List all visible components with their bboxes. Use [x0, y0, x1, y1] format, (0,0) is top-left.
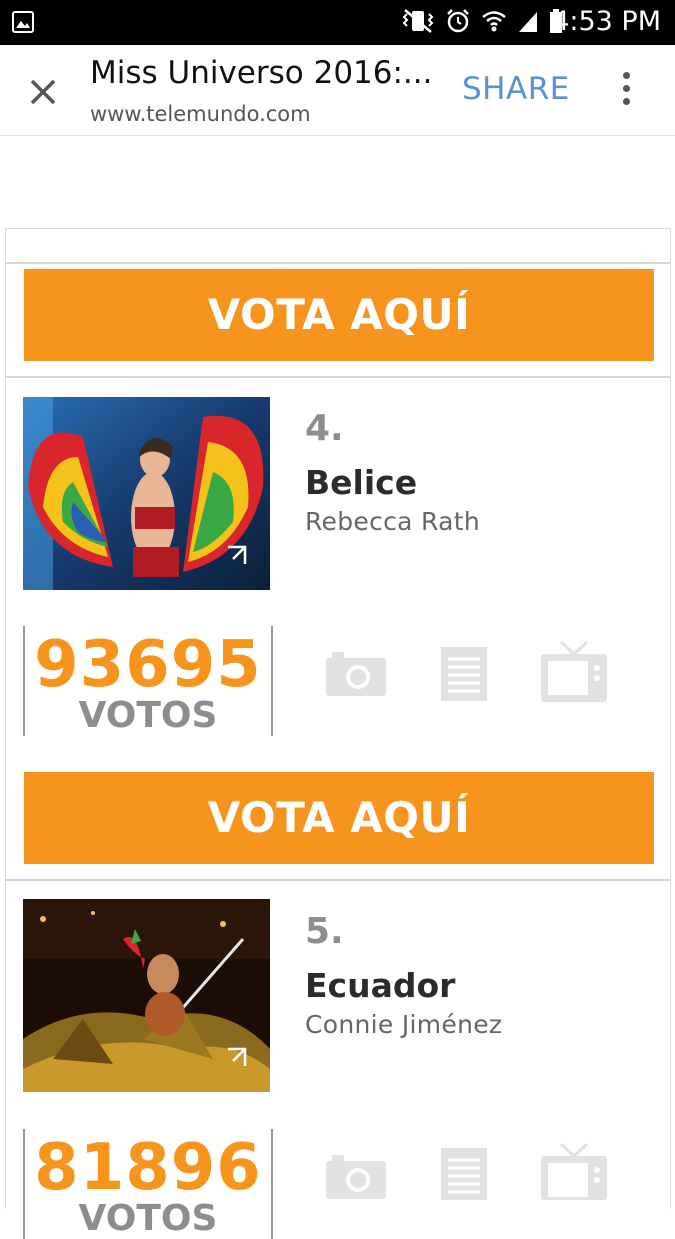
- divider: [5, 376, 670, 378]
- share-button[interactable]: SHARE: [462, 71, 570, 107]
- country-name: Ecuador: [305, 966, 456, 1005]
- votes-count: 81896: [34, 1131, 262, 1205]
- contestant-name: Rebecca Rath: [305, 507, 481, 536]
- status-bar: 4:53 PM: [0, 0, 675, 45]
- tv-icon[interactable]: [541, 1142, 607, 1200]
- mute-vibrate-icon: [402, 9, 434, 33]
- votes-label: VOTOS: [78, 1198, 218, 1239]
- divider: [5, 262, 670, 264]
- divider: [5, 879, 670, 881]
- page-url: www.telemundo.com: [90, 102, 311, 126]
- rank: 4.: [305, 408, 344, 449]
- vote-button[interactable]: VOTA AQUÍ: [24, 772, 654, 864]
- votes-counter: 81896 VOTOS: [23, 1129, 273, 1239]
- camera-icon[interactable]: [326, 650, 386, 696]
- status-icons: [401, 8, 563, 34]
- alarm-icon: [447, 9, 469, 33]
- status-time: 4:53 PM: [552, 6, 661, 37]
- contestant-image: [23, 397, 270, 590]
- contestant-photo-ecuador[interactable]: [23, 899, 270, 1092]
- signal-icon: [519, 12, 537, 32]
- camera-icon[interactable]: [326, 1153, 386, 1199]
- article-icon[interactable]: [441, 1146, 487, 1200]
- vote-button[interactable]: VOTA AQUÍ: [24, 269, 654, 361]
- more-vert-icon[interactable]: [618, 72, 634, 112]
- close-icon[interactable]: [22, 71, 62, 111]
- votes-label: VOTOS: [78, 695, 218, 736]
- contestant-name: Connie Jiménez: [305, 1010, 503, 1039]
- gallery-icon: [12, 11, 34, 33]
- contestant-image: [23, 899, 270, 1092]
- country-name: Belice: [305, 463, 418, 502]
- wifi-icon: [482, 11, 506, 32]
- article-icon[interactable]: [441, 645, 487, 701]
- votes-counter: 93695 VOTOS: [23, 626, 273, 736]
- tv-icon[interactable]: [541, 640, 607, 702]
- rank: 5.: [305, 911, 344, 952]
- votes-count: 93695: [34, 628, 262, 702]
- contestant-photo-belice[interactable]: [23, 397, 270, 590]
- page-title: Miss Universo 2016:...: [90, 55, 433, 91]
- browser-toolbar: Miss Universo 2016:... www.telemundo.com…: [0, 45, 675, 136]
